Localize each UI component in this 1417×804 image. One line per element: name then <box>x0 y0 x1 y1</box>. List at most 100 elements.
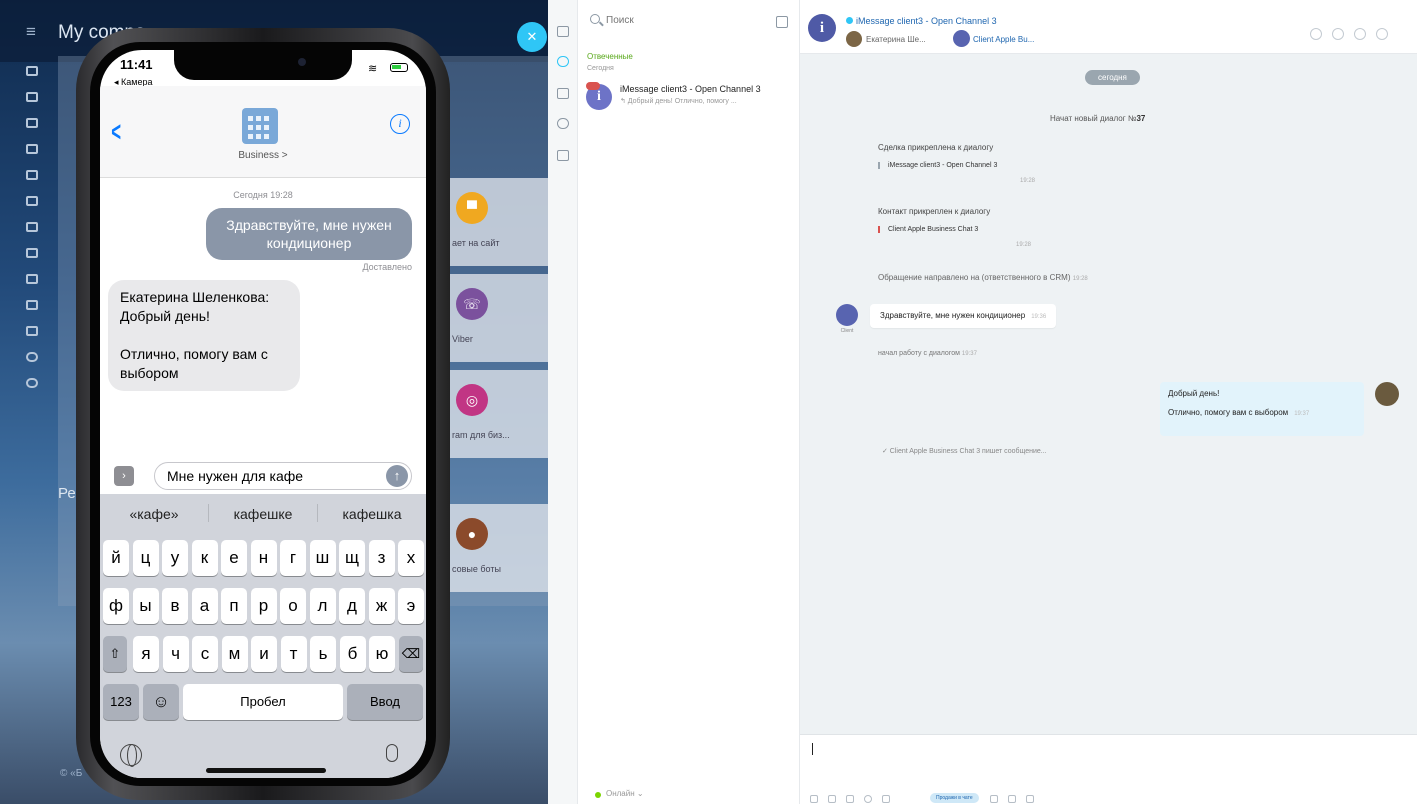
emoji-key[interactable]: ☺ <box>143 684 179 720</box>
client-avatar[interactable] <box>953 30 970 47</box>
calendar-icon[interactable] <box>26 196 38 206</box>
letter-key[interactable]: ю <box>369 636 395 672</box>
search-input[interactable] <box>606 12 756 28</box>
business-name[interactable]: Business > <box>100 150 426 161</box>
filter-icon[interactable] <box>26 274 38 284</box>
letter-key[interactable]: т <box>280 636 307 672</box>
letter-key[interactable]: б <box>339 636 366 672</box>
letter-key[interactable]: х <box>398 540 424 576</box>
letter-key[interactable]: е <box>221 540 247 576</box>
letter-key[interactable]: ь <box>310 636 336 672</box>
numbers-key[interactable]: 123 <box>103 684 139 720</box>
operator-avatar-icon[interactable] <box>1375 382 1399 406</box>
letter-key[interactable]: м <box>221 636 248 672</box>
letter-key[interactable]: к <box>191 540 218 576</box>
letter-key[interactable]: я <box>133 636 159 672</box>
openlines-icon[interactable] <box>557 56 569 67</box>
globe-icon[interactable] <box>120 744 142 767</box>
message-editor[interactable]: Продажи в чате <box>800 734 1417 804</box>
apps-icon[interactable] <box>26 352 38 362</box>
user-icon[interactable] <box>828 795 836 803</box>
tile-voice-bots[interactable]: ● совые боты <box>448 504 548 592</box>
letter-key[interactable]: г <box>280 540 306 576</box>
imessage-avatar-icon[interactable]: i <box>808 14 836 42</box>
sales-in-chat-button[interactable]: Продажи в чате <box>930 793 979 803</box>
chat-icon[interactable] <box>26 118 38 128</box>
drive-icon[interactable] <box>26 170 38 180</box>
funnel-icon[interactable] <box>26 248 38 258</box>
client-name[interactable]: Client Apple Bu... <box>973 35 1034 44</box>
letter-key[interactable]: ф <box>103 588 129 624</box>
letter-key[interactable]: р <box>250 588 277 624</box>
letter-key[interactable]: ж <box>368 588 395 624</box>
backspace-key[interactable]: ⌫ <box>399 636 423 672</box>
tile-instagram[interactable]: ◎ ram для биз... <box>448 370 548 458</box>
dialog-list-item[interactable]: i iMessage client3 - Open Channel 3 ↰ До… <box>578 80 800 114</box>
group-icon[interactable] <box>26 144 38 154</box>
tasks-icon[interactable] <box>26 92 38 102</box>
home-indicator[interactable] <box>206 768 326 773</box>
close-icon[interactable]: ✕ <box>517 22 547 52</box>
letter-key[interactable]: н <box>250 540 277 576</box>
window-icon[interactable] <box>26 300 38 310</box>
letter-key[interactable]: в <box>162 588 188 624</box>
dictation-mic-icon[interactable] <box>386 744 398 762</box>
feed-icon[interactable] <box>26 66 38 76</box>
client-avatar-icon[interactable] <box>836 304 858 326</box>
apps-drawer-icon[interactable]: › <box>114 466 134 486</box>
emoji-icon[interactable] <box>864 795 872 803</box>
add-user-icon[interactable] <box>1310 28 1322 40</box>
chats-icon[interactable] <box>557 26 569 37</box>
attach-icon[interactable] <box>810 795 818 803</box>
business-avatar-icon[interactable] <box>242 108 278 144</box>
letter-key[interactable]: ш <box>309 540 336 576</box>
letter-key[interactable]: щ <box>339 540 365 576</box>
suggestion[interactable]: кафешке <box>209 506 317 522</box>
info-icon[interactable]: i <box>390 114 410 134</box>
letter-key[interactable]: з <box>368 540 395 576</box>
contact-link[interactable]: Client Apple Business Chat 3 <box>878 226 1028 233</box>
contacts-icon[interactable] <box>26 326 38 336</box>
back-chevron-icon[interactable]: < <box>111 116 121 148</box>
operator-avatar[interactable] <box>846 31 862 47</box>
menu-icon[interactable]: ≡ <box>26 22 36 42</box>
online-status[interactable]: Онлайн ⌄ <box>606 789 644 798</box>
suggestion[interactable]: «кафе» <box>100 506 208 522</box>
letter-key[interactable]: ы <box>132 588 159 624</box>
letter-key[interactable]: и <box>251 636 277 672</box>
letter-key[interactable]: э <box>398 588 424 624</box>
new-chat-icon[interactable] <box>776 16 788 28</box>
clock-icon[interactable] <box>26 222 38 232</box>
letter-key[interactable]: у <box>162 540 188 576</box>
settings-icon[interactable] <box>26 378 38 388</box>
letter-key[interactable]: ц <box>132 540 159 576</box>
letter-key[interactable]: о <box>280 588 306 624</box>
document-icon[interactable] <box>1008 795 1016 803</box>
more-icon[interactable] <box>1376 28 1388 40</box>
screen-icon[interactable] <box>1026 795 1034 803</box>
shift-key[interactable]: ⇧ <box>103 636 127 672</box>
letter-key[interactable]: п <box>221 588 247 624</box>
operator-name[interactable]: Екатерина Ше... <box>866 35 926 44</box>
message-input[interactable]: Мне нужен для кафе <box>154 462 412 490</box>
letter-key[interactable]: й <box>103 540 129 576</box>
space-key[interactable]: Пробел <box>183 684 343 720</box>
finish-icon[interactable] <box>1354 28 1366 40</box>
notifications-icon[interactable] <box>557 88 569 99</box>
deal-link[interactable]: iMessage client3 - Open Channel 3 <box>878 162 1028 169</box>
tile-viber[interactable]: ☏ Viber <box>448 274 548 362</box>
chat-title[interactable]: iMessage client3 - Open Channel 3 <box>856 16 997 26</box>
letter-key[interactable]: с <box>192 636 218 672</box>
quick-answer-icon[interactable] <box>846 795 854 803</box>
letter-key[interactable]: л <box>309 588 336 624</box>
letter-key[interactable]: д <box>339 588 365 624</box>
suggestion[interactable]: кафешка <box>318 506 426 522</box>
return-key[interactable]: Ввод <box>347 684 423 720</box>
forms-icon[interactable] <box>882 795 890 803</box>
letter-key[interactable]: а <box>191 588 218 624</box>
send-icon[interactable]: ↑ <box>386 465 408 487</box>
tile-site-chat[interactable]: ▀ ает на сайт <box>448 178 548 266</box>
transfer-icon[interactable] <box>1332 28 1344 40</box>
letter-key[interactable]: ч <box>162 636 189 672</box>
history-icon[interactable] <box>557 118 569 129</box>
